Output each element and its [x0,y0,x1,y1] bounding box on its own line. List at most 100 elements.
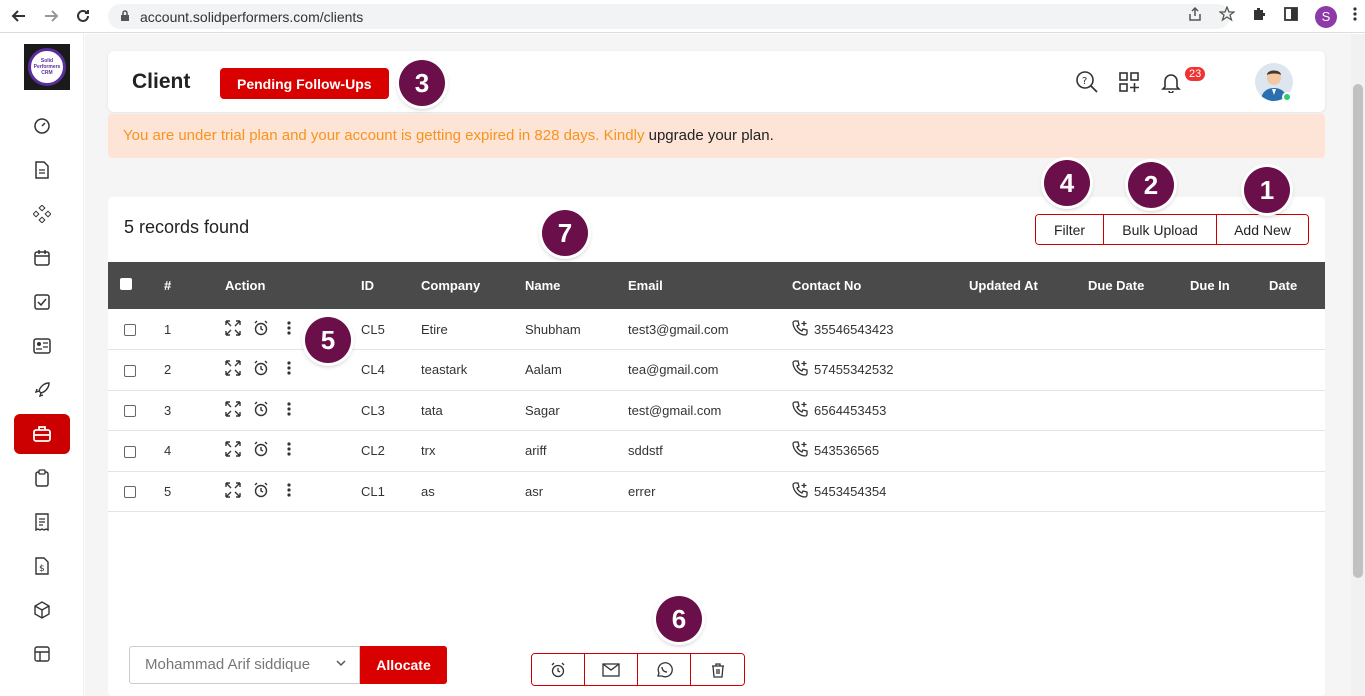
sidebar-item-contacts[interactable] [14,326,70,366]
sidebar-item-modules[interactable] [14,194,70,234]
help-search-icon[interactable]: ? [1074,69,1100,95]
allocate-button[interactable]: Allocate [360,646,447,684]
phone-add-icon[interactable] [792,319,810,340]
sidebar-item-clients[interactable] [14,414,70,454]
annotation-marker-3: 3 [399,60,445,106]
row-checkbox[interactable] [124,486,136,499]
scrollbar-thumb[interactable] [1353,84,1363,578]
client-due-date [1088,471,1190,512]
alarm-icon[interactable] [253,482,269,501]
client-due-date [1088,350,1190,391]
star-icon[interactable] [1218,5,1236,27]
phone-add-icon[interactable] [792,359,810,380]
address-bar[interactable]: account.solidperformers.com/clients [108,4,1230,29]
selected-user-value: Mohammad Arif siddique [145,656,311,673]
page-scrollbar[interactable] [1351,34,1365,696]
column-header-company[interactable]: Company [421,262,525,309]
phone-add-icon[interactable] [792,481,810,502]
alarm-icon[interactable] [253,401,269,420]
client-company: Etire [421,321,448,337]
kebab-menu-icon[interactable] [287,482,291,501]
kebab-menu-icon[interactable] [1353,6,1357,27]
sidebar-item-dashboard[interactable] [14,106,70,146]
row-checkbox[interactable] [124,364,136,377]
sidebar-item-launch[interactable] [14,370,70,410]
expand-icon[interactable] [225,360,241,379]
app-logo[interactable]: Solid Performers CRM [24,44,70,90]
bulk-reminder-button[interactable] [532,654,585,685]
column-header-id[interactable]: ID [361,262,421,309]
clients-table-card: 5 records found Filter Bulk Upload Add N… [108,197,1325,696]
back-icon[interactable] [6,3,32,29]
row-number: 2 [164,362,172,378]
row-checkbox[interactable] [124,405,136,418]
client-contact: 5453454354 [814,483,887,499]
sidebar-item-clipboard[interactable] [14,458,70,498]
alarm-icon[interactable] [253,320,269,339]
column-header-email[interactable]: Email [628,262,792,309]
kebab-menu-icon[interactable] [287,320,291,339]
phone-add-icon[interactable] [792,440,810,461]
sidebar-item-invoices[interactable]: $ [14,546,70,586]
annotation-marker-7: 7 [542,210,588,256]
client-email: test@gmail.com [628,402,722,418]
filter-button[interactable]: Filter [1036,215,1104,244]
column-header-date[interactable]: Date [1269,262,1325,309]
sidebar-item-documents[interactable] [14,150,70,190]
sidebar-item-receipts[interactable] [14,502,70,542]
sidebar-item-tasks[interactable] [14,282,70,322]
row-checkbox[interactable] [124,445,136,458]
expand-icon[interactable] [225,319,241,339]
share-icon[interactable] [1187,6,1203,27]
table-row: 2 CL4 teastark Aalam tea@gmail.com 57455… [108,350,1325,391]
kebab-menu-icon[interactable] [287,401,291,420]
bulk-upload-button[interactable]: Bulk Upload [1104,215,1217,244]
extensions-icon[interactable] [1251,6,1267,27]
box-icon [34,601,50,619]
kebab-menu-icon[interactable] [287,441,291,460]
select-all-checkbox[interactable] [120,278,132,290]
phone-add-icon[interactable] [792,400,810,421]
forward-icon[interactable] [38,3,64,29]
column-header-due-date[interactable]: Due Date [1088,262,1190,309]
briefcase-icon [33,426,51,442]
expand-icon[interactable] [225,441,241,460]
kebab-menu-icon[interactable] [287,360,291,379]
whatsapp-icon [657,661,673,677]
alarm-icon[interactable] [253,360,269,379]
column-header-name[interactable]: Name [525,262,628,309]
table-row: 3 CL3 tata Sagar test@gmail.com 65644534… [108,390,1325,431]
dashboard-icon [34,118,50,134]
clients-table: # Action ID Company Name Email Contact N… [108,262,1325,512]
sidebar-item-table[interactable] [14,634,70,674]
client-company: tata [421,402,443,418]
bulk-delete-button[interactable] [691,654,744,685]
column-header-due-in[interactable]: Due In [1190,262,1269,309]
user-allocate-select[interactable]: Mohammad Arif siddique [129,646,360,684]
sidebar-item-products[interactable] [14,590,70,630]
browser-profile-avatar[interactable]: S [1315,5,1337,28]
expand-icon[interactable] [225,482,241,501]
upgrade-plan-link[interactable]: upgrade your plan [649,127,770,144]
pending-follow-ups-button[interactable]: Pending Follow-Ups [220,68,389,99]
sidepanel-icon[interactable] [1283,6,1299,27]
alarm-icon[interactable] [253,441,269,460]
row-checkbox[interactable] [124,324,136,337]
notification-bell-icon[interactable] [1158,69,1184,95]
client-id: CL3 [361,402,385,418]
chevron-down-icon [335,647,347,683]
apps-add-icon[interactable] [1116,69,1142,95]
client-contact: 6564453453 [814,402,887,418]
column-header-updated-at[interactable]: Updated At [969,262,1088,309]
row-number: 5 [164,483,172,499]
bulk-whatsapp-button[interactable] [638,654,691,685]
client-updated-at [969,350,1088,391]
sidebar-item-calendar[interactable] [14,238,70,278]
modules-icon [33,205,51,223]
table-row: 1 CL5 Etire Shubham test3@gmail.com 3554… [108,309,1325,350]
column-header-contact[interactable]: Contact No [792,262,969,309]
expand-icon[interactable] [225,401,241,420]
bulk-email-button[interactable] [585,654,638,685]
reload-icon[interactable] [70,3,96,29]
add-new-button[interactable]: Add New [1217,215,1308,244]
